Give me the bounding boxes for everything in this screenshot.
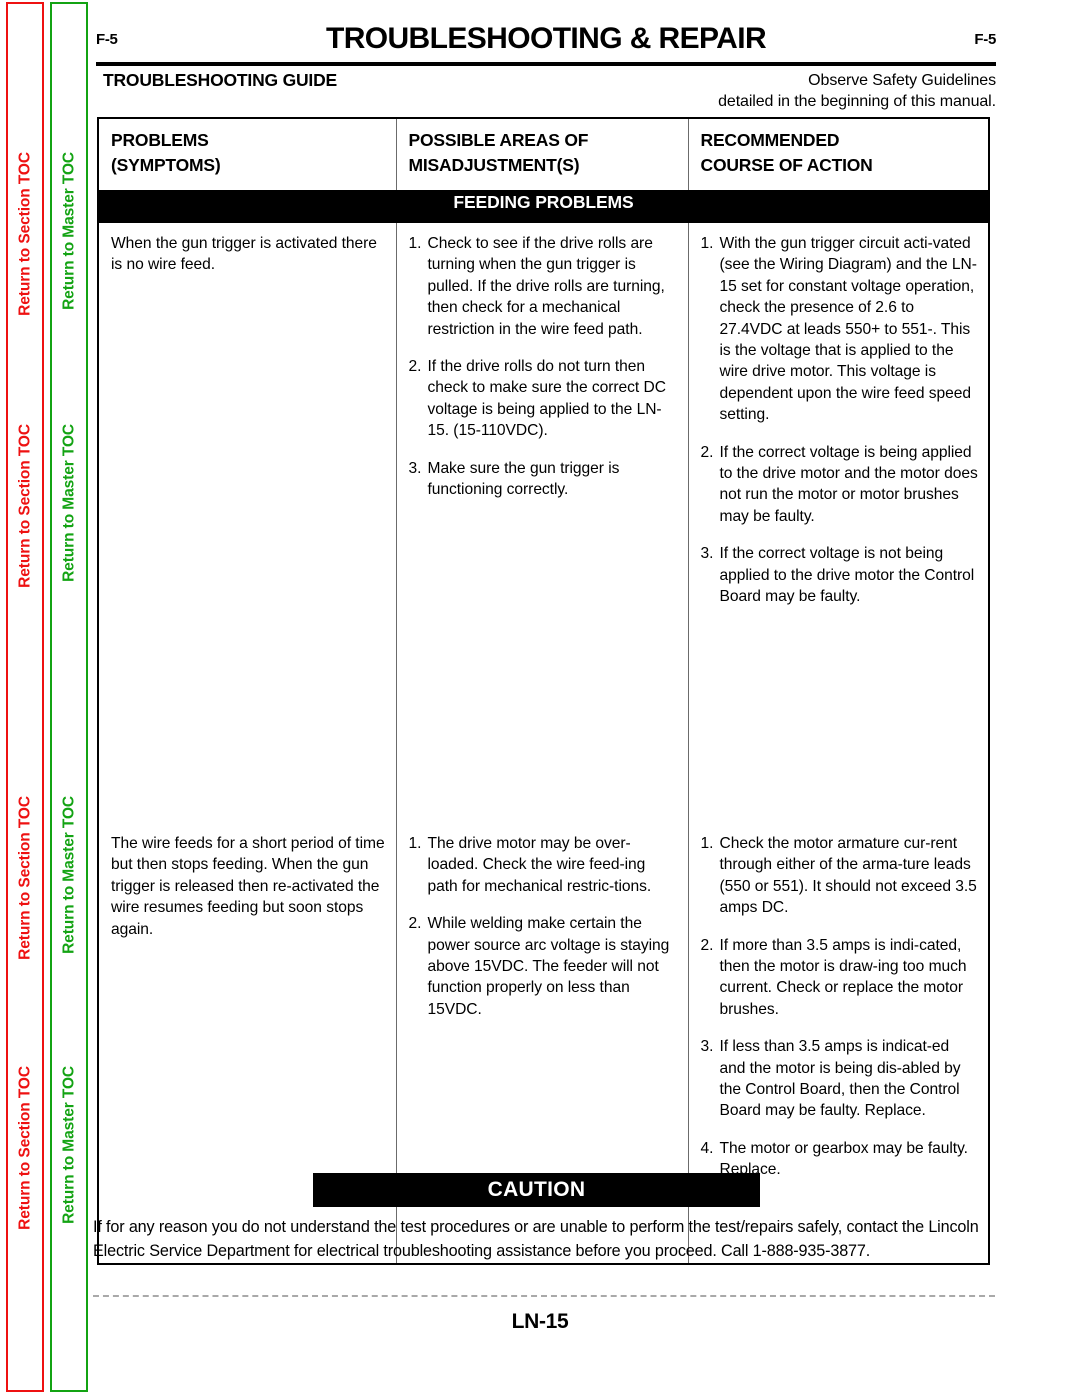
list-item-text: Check the motor armature cur-rent throug… xyxy=(719,835,977,917)
list-item: 2. While welding make certain the power … xyxy=(409,913,678,1020)
list-item: 2. If more than 3.5 amps is indi-cated, … xyxy=(701,935,979,1021)
caution-banner: CAUTION xyxy=(313,1173,760,1207)
safety-note-line-2: detailed in the beginning of this manual… xyxy=(718,93,996,110)
problem-cell: When the gun trigger is activated there … xyxy=(98,223,396,823)
list-item-number: 3. xyxy=(700,1038,714,1056)
troubleshooting-table: PROBLEMS (SYMPTOMS) POSSIBLE AREAS OF MI… xyxy=(97,117,990,1265)
section-band-feeding-problems: FEEDING PROBLEMS xyxy=(98,190,989,223)
column-header-course-of-action-line1: RECOMMENDED xyxy=(700,130,840,150)
column-header-misadjustments-line2: MISADJUSTMENT(S) xyxy=(408,155,580,175)
return-to-section-toc-label[interactable]: Return to Section TOC xyxy=(16,796,33,960)
caution-text: If for any reason you do not understand … xyxy=(93,1218,979,1260)
problem-text: When the gun trigger is activated there … xyxy=(111,235,377,274)
safety-note-line-1: Observe Safety Guidelines xyxy=(808,72,996,89)
toc-sidebar: Return to Section TOC Return to Section … xyxy=(0,0,96,1397)
column-header-misadjustments: POSSIBLE AREAS OF MISADJUSTMENT(S) xyxy=(395,118,688,190)
column-header-problems-line2: (SYMPTOMS) xyxy=(111,155,221,175)
return-to-master-toc-label[interactable]: Return to Master TOC xyxy=(60,152,77,310)
list-item-number: 1. xyxy=(408,835,422,852)
safety-note: Observe Safety Guidelines detailed in th… xyxy=(718,70,996,112)
list-item-number: 1. xyxy=(700,835,714,852)
list-item: 2. If the drive rolls do not turn then c… xyxy=(409,356,678,442)
list-item: 3. If the correct voltage is not being a… xyxy=(701,543,979,607)
column-header-problems: PROBLEMS (SYMPTOMS) xyxy=(98,118,396,190)
section-band-label: FEEDING PROBLEMS xyxy=(98,190,989,223)
list-item: 1. The drive motor may be over-loaded. C… xyxy=(409,833,678,897)
list-item-number: 3. xyxy=(700,545,714,563)
footer-divider xyxy=(93,1295,995,1297)
list-item-number: 2. xyxy=(700,443,714,461)
column-header-problems-line1: PROBLEMS xyxy=(111,130,209,150)
list-item-text: While welding make certain the power sou… xyxy=(427,915,670,1018)
return-to-section-toc-label[interactable]: Return to Section TOC xyxy=(16,152,33,316)
list-item-text: With the gun trigger circuit acti-vated … xyxy=(719,235,977,424)
return-to-master-toc-label[interactable]: Return to Master TOC xyxy=(60,796,77,954)
return-to-section-toc-strip[interactable]: Return to Section TOC Return to Section … xyxy=(6,2,44,1392)
list-item-text: Make sure the gun trigger is functioning… xyxy=(427,459,620,499)
footer-model-label: LN-15 xyxy=(511,1310,569,1333)
return-to-master-toc-label[interactable]: Return to Master TOC xyxy=(60,1066,77,1224)
misadjustment-cell: 1. Check to see if the drive rolls are t… xyxy=(395,223,688,823)
list-item: 2. If the correct voltage is being appli… xyxy=(701,442,979,528)
column-header-course-of-action: RECOMMENDED COURSE OF ACTION xyxy=(687,118,989,190)
return-to-section-toc-label[interactable]: Return to Section TOC xyxy=(16,424,33,588)
list-item-text: If the correct voltage is being applied … xyxy=(719,443,978,525)
header-rule xyxy=(96,62,996,66)
page-title: TROUBLESHOOTING & REPAIR xyxy=(325,22,767,55)
guide-title: TROUBLESHOOTING GUIDE xyxy=(103,70,337,90)
problem-text: The wire feeds for a short period of tim… xyxy=(111,835,385,938)
list-item-text: If the correct voltage is not being appl… xyxy=(719,545,975,606)
list-item: 1. With the gun trigger circuit acti-vat… xyxy=(701,233,979,426)
list-item-number: 1. xyxy=(700,235,714,252)
table-header-row: PROBLEMS (SYMPTOMS) POSSIBLE AREAS OF MI… xyxy=(98,118,989,190)
column-header-course-of-action-line2: COURSE OF ACTION xyxy=(700,155,873,175)
list-item: 3. Make sure the gun trigger is function… xyxy=(409,458,678,501)
list-item: 3. If less than 3.5 amps is indicat-ed a… xyxy=(701,1036,979,1122)
list-item: 1. Check to see if the drive rolls are t… xyxy=(409,233,678,340)
table-row: When the gun trigger is activated there … xyxy=(98,223,989,823)
course-of-action-cell: 1. With the gun trigger circuit acti-vat… xyxy=(687,223,989,823)
list-item-number: 3. xyxy=(408,459,422,477)
list-item-number: 2. xyxy=(700,936,714,954)
list-item-text: The drive motor may be over-loaded. Chec… xyxy=(427,835,652,895)
column-header-misadjustments-line1: POSSIBLE AREAS OF xyxy=(408,130,589,150)
list-item-text: If the drive rolls do not turn then chec… xyxy=(427,358,666,440)
list-item: 1. Check the motor armature cur-rent thr… xyxy=(701,833,979,919)
folio-right: F-5 xyxy=(974,31,996,48)
return-to-section-toc-label[interactable]: Return to Section TOC xyxy=(16,1066,33,1230)
list-item-text: If less than 3.5 amps is indicat-ed and … xyxy=(719,1038,961,1120)
list-item-text: If more than 3.5 amps is indi-cated, the… xyxy=(719,936,967,1018)
return-to-master-toc-strip[interactable]: Return to Master TOC Return to Master TO… xyxy=(50,2,88,1392)
list-item-text: Check to see if the drive rolls are turn… xyxy=(427,235,665,338)
list-item-number: 2. xyxy=(408,915,422,933)
return-to-master-toc-label[interactable]: Return to Master TOC xyxy=(60,424,77,582)
list-item-number: 2. xyxy=(408,358,422,376)
guide-header: TROUBLESHOOTING GUIDE Observe Safety Gui… xyxy=(96,70,996,110)
list-item-number: 1. xyxy=(408,235,422,252)
